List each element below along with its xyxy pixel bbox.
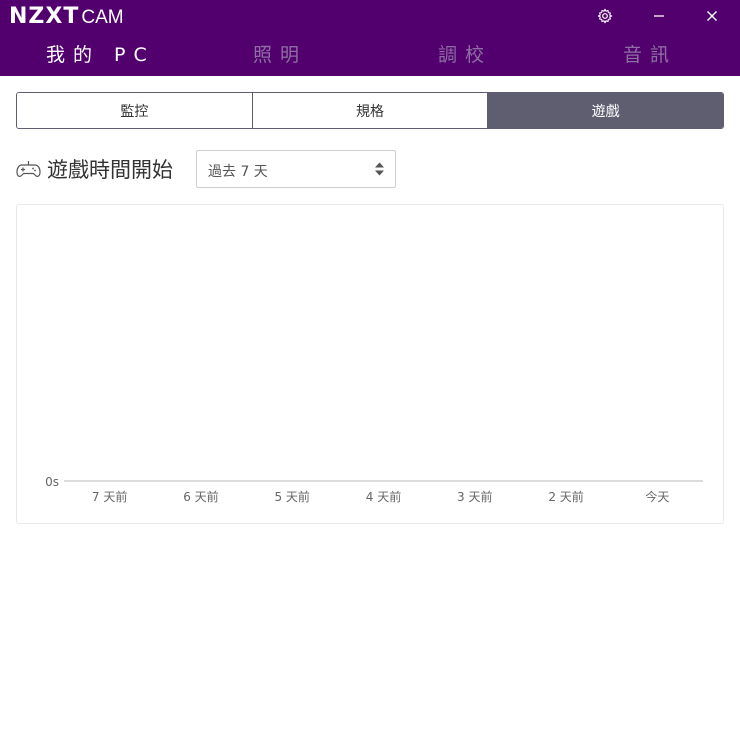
x-tick-label: 2 天前 [548, 489, 583, 504]
sort-arrows-icon [375, 162, 384, 176]
section-header: 遊戲時間開始 [16, 150, 173, 188]
minimize-icon [654, 15, 664, 17]
nav-lighting[interactable]: 照明 [253, 40, 307, 67]
x-tick-label: 6 天前 [183, 489, 218, 504]
chart-canvas: 0s 7 天前 6 天前 5 天前 4 天前 3 天前 2 天前 今天 [45, 475, 703, 504]
logo-mark: NZXT [9, 4, 80, 29]
time-range-select[interactable]: 過去 7 天 [196, 150, 396, 188]
nav-tuning[interactable]: 調校 [438, 40, 492, 67]
nzxt-cam-logo: NZXT CAM [9, 4, 124, 29]
tab-monitoring[interactable]: 監控 [17, 93, 252, 128]
x-tick-label: 5 天前 [274, 489, 309, 504]
section-title: 遊戲時間開始 [47, 158, 173, 182]
time-range-value: 過去 7 天 [208, 164, 268, 180]
close-icon [707, 11, 717, 21]
settings-button[interactable] [591, 5, 619, 27]
x-tick-label: 7 天前 [92, 489, 127, 504]
nav-audio[interactable]: 音訊 [623, 40, 677, 67]
tab-specs[interactable]: 規格 [251, 93, 488, 128]
logo-app-name: CAM [81, 7, 124, 28]
y-tick-label: 0s [45, 475, 59, 489]
x-tick-label: 今天 [645, 489, 669, 504]
x-tick-label: 4 天前 [366, 489, 401, 504]
minimize-button[interactable] [645, 5, 673, 27]
gear-icon [597, 8, 613, 24]
main-nav: 我的 PC 照明 調校 音訊 [0, 40, 740, 70]
x-tick-label: 3 天前 [457, 489, 492, 504]
tab-games[interactable]: 遊戲 [487, 93, 723, 128]
close-button[interactable] [698, 5, 726, 27]
playtime-chart: 0s 7 天前 6 天前 5 天前 4 天前 3 天前 2 天前 今天 [16, 204, 724, 524]
nav-my-pc[interactable]: 我的 PC [46, 40, 155, 67]
segmented-tabs: 監控 規格 遊戲 [16, 92, 724, 129]
title-bar: NZXT CAM 我的 PC 照明 調校 音訊 [0, 0, 740, 76]
gamepad-icon [16, 161, 41, 177]
